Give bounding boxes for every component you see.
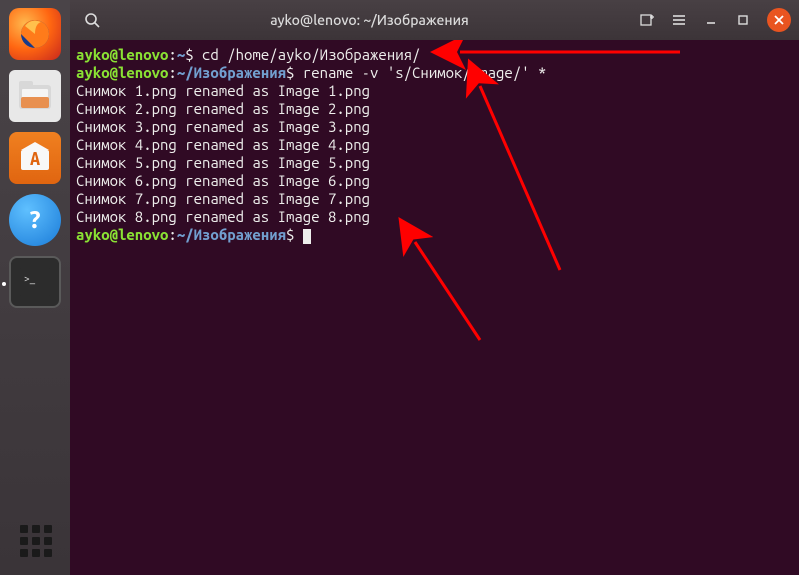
output-line: Снимок 5.png renamed as Image 5.png xyxy=(76,154,370,171)
minimize-icon xyxy=(704,13,718,27)
dock-apps-grid-icon[interactable] xyxy=(20,525,52,557)
output-line: Снимок 2.png renamed as Image 2.png xyxy=(76,100,370,117)
prompt-line-3: ayko@lenovo:~/Изображения$ xyxy=(76,226,311,243)
titlebar: ayko@lenovo: ~/Изображения xyxy=(70,0,799,40)
maximize-button[interactable] xyxy=(729,6,757,34)
dock-firefox-icon[interactable] xyxy=(9,8,61,60)
new-tab-button[interactable] xyxy=(633,6,661,34)
output-line: Снимок 3.png renamed as Image 3.png xyxy=(76,118,370,135)
terminal-window: ayko@lenovo: ~/Изображения ayko@lenovo:~… xyxy=(70,0,799,575)
cursor xyxy=(303,229,311,244)
maximize-icon xyxy=(736,13,750,27)
prompt-line-1: ayko@lenovo:~$ cd /home/ayko/Изображения… xyxy=(76,46,420,63)
prompt-line-2: ayko@lenovo:~/Изображения$ rename -v 's/… xyxy=(76,64,546,81)
output-line: Снимок 6.png renamed as Image 6.png xyxy=(76,172,370,189)
window-controls xyxy=(633,6,791,34)
search-button[interactable] xyxy=(78,6,106,34)
dock-files-icon[interactable] xyxy=(9,70,61,122)
dock-help-icon[interactable]: ? xyxy=(9,194,61,246)
svg-text:>_: >_ xyxy=(24,273,36,284)
terminal-body[interactable]: ayko@lenovo:~$ cd /home/ayko/Изображения… xyxy=(70,40,799,575)
hamburger-icon xyxy=(671,12,687,28)
svg-text:A: A xyxy=(30,149,40,169)
window-title: ayko@lenovo: ~/Изображения xyxy=(106,12,633,28)
close-icon xyxy=(773,14,785,26)
menu-button[interactable] xyxy=(665,6,693,34)
new-tab-icon xyxy=(639,12,655,28)
svg-text:?: ? xyxy=(28,206,41,233)
output-line: Снимок 8.png renamed as Image 8.png xyxy=(76,208,370,225)
output-line: Снимок 1.png renamed as Image 1.png xyxy=(76,82,370,99)
output-line: Снимок 7.png renamed as Image 7.png xyxy=(76,190,370,207)
dock: A ? >_ xyxy=(0,0,70,575)
search-icon xyxy=(84,12,100,28)
dock-terminal-icon[interactable]: >_ xyxy=(9,256,61,308)
minimize-button[interactable] xyxy=(697,6,725,34)
dock-software-icon[interactable]: A xyxy=(9,132,61,184)
close-button[interactable] xyxy=(767,8,791,32)
output-line: Снимок 4.png renamed as Image 4.png xyxy=(76,136,370,153)
